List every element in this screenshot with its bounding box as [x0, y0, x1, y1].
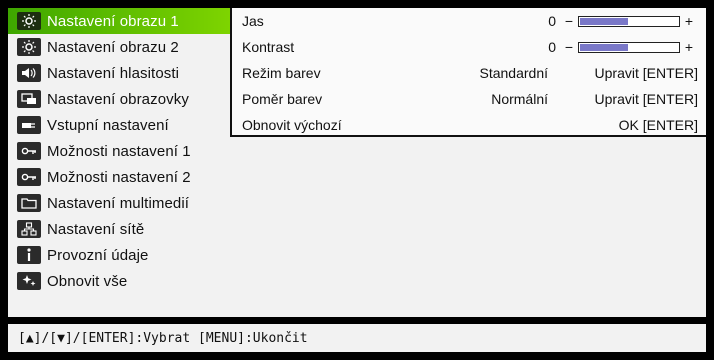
setting-row-rezim-barev[interactable]: Režim barev Standardní Upravit [ENTER]	[242, 60, 698, 86]
menu-item-label: Obnovit vše	[47, 272, 128, 290]
jas-slider[interactable]: 0 − +	[542, 13, 693, 29]
menu-item-label: Nastavení obrazu 1	[47, 12, 179, 30]
minus-button[interactable]: −	[564, 13, 574, 29]
setting-row-jas[interactable]: Jas 0 − +	[242, 8, 698, 34]
brightness-icon	[17, 12, 41, 30]
menu-item-label: Provozní údaje	[47, 246, 149, 264]
brightness-icon	[17, 38, 41, 56]
projector-menu-frame: Nastavení obrazu 1 Nastavení obrazu 2 Na…	[0, 0, 714, 360]
submenu-panel: Jas 0 − + Kontrast 0 − + Režim barev Sta…	[230, 8, 706, 137]
menu-item-moznosti-nastaveni-1[interactable]: Možnosti nastavení 1	[8, 138, 238, 164]
minus-button[interactable]: −	[564, 39, 574, 55]
upravit-button[interactable]: Upravit [ENTER]	[595, 65, 698, 81]
menu-item-moznosti-nastaveni-2[interactable]: Možnosti nastavení 2	[8, 164, 238, 190]
slider-track[interactable]	[578, 15, 680, 27]
menu-item-label: Nastavení hlasitosti	[47, 64, 180, 82]
input-cable-icon	[17, 116, 41, 134]
setting-row-kontrast[interactable]: Kontrast 0 − +	[242, 34, 698, 60]
setting-label: Kontrast	[242, 39, 295, 55]
menu-item-vstupni-nastaveni[interactable]: Vstupní nastavení	[8, 112, 238, 138]
folder-icon	[17, 194, 41, 212]
slider-fill	[580, 43, 628, 51]
menu-item-nastaveni-obrazovky[interactable]: Nastavení obrazovky	[8, 86, 238, 112]
kontrast-slider[interactable]: 0 − +	[542, 39, 693, 55]
slider-value: 0	[548, 13, 556, 29]
speaker-icon	[17, 64, 41, 82]
key-icon	[17, 168, 41, 186]
plus-button[interactable]: +	[684, 13, 694, 29]
setting-row-pomer-barev[interactable]: Poměr barev Normální Upravit [ENTER]	[242, 86, 698, 112]
setting-value: Standardní	[479, 65, 549, 81]
setting-label: Poměr barev	[242, 91, 323, 107]
plus-button[interactable]: +	[684, 39, 694, 55]
menu-item-label: Nastavení obrazovky	[47, 90, 189, 108]
setting-label: Jas	[242, 13, 264, 29]
main-menu: Nastavení obrazu 1 Nastavení obrazu 2 Na…	[8, 8, 238, 294]
ok-button[interactable]: OK [ENTER]	[619, 117, 698, 133]
menu-item-label: Nastavení multimedií	[47, 194, 190, 212]
network-icon	[17, 220, 41, 238]
setting-label: Režim barev	[242, 65, 321, 81]
menu-item-nastaveni-multimedii[interactable]: Nastavení multimedií	[8, 190, 238, 216]
key-icon	[17, 142, 41, 160]
slider-track[interactable]	[578, 41, 680, 53]
setting-row-obnovit-vychozi[interactable]: Obnovit výchozí OK [ENTER]	[242, 112, 698, 138]
sparkle-icon	[17, 272, 41, 290]
upravit-button[interactable]: Upravit [ENTER]	[595, 91, 698, 107]
setting-value: Normální	[491, 91, 548, 107]
menu-item-nastaveni-obrazu-1[interactable]: Nastavení obrazu 1	[8, 8, 230, 34]
key-hint-bar: [▲]/[▼]/[ENTER]:Vybrat [MENU]:Ukončit	[8, 324, 706, 352]
menu-item-label: Možnosti nastavení 2	[47, 168, 191, 186]
key-hint-text: [▲]/[▼]/[ENTER]:Vybrat [MENU]:Ukončit	[18, 330, 308, 346]
slider-fill	[580, 17, 628, 25]
menu-item-label: Nastavení obrazu 2	[47, 38, 179, 56]
screen-icon	[17, 90, 41, 108]
menu-item-label: Vstupní nastavení	[47, 116, 169, 134]
menu-item-label: Nastavení sítě	[47, 220, 145, 238]
info-icon	[17, 246, 41, 264]
menu-item-nastaveni-hlasitosti[interactable]: Nastavení hlasitosti	[8, 60, 238, 86]
menu-item-provozni-udaje[interactable]: Provozní údaje	[8, 242, 238, 268]
menu-item-obnovit-vse[interactable]: Obnovit vše	[8, 268, 238, 294]
menu-item-nastaveni-obrazu-2[interactable]: Nastavení obrazu 2	[8, 34, 238, 60]
menu-panel: Nastavení obrazu 1 Nastavení obrazu 2 Na…	[8, 8, 706, 317]
menu-item-nastaveni-site[interactable]: Nastavení sítě	[8, 216, 238, 242]
slider-value: 0	[548, 39, 556, 55]
setting-label: Obnovit výchozí	[242, 117, 342, 133]
menu-item-label: Možnosti nastavení 1	[47, 142, 191, 160]
